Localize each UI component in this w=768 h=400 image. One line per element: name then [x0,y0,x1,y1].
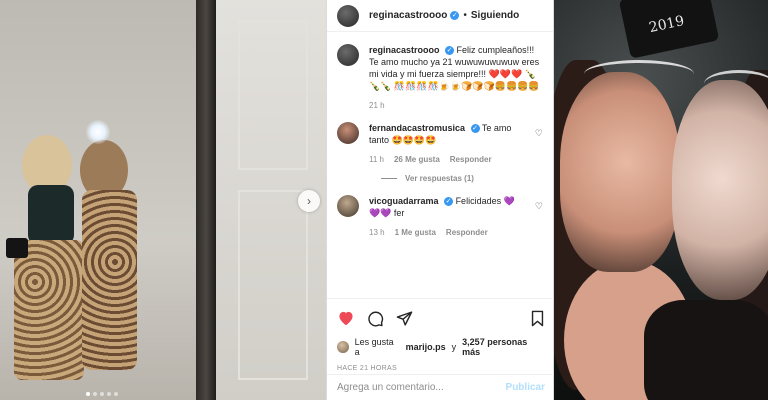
liker-avatar[interactable] [337,341,349,353]
verified-badge-icon: ✓ [444,197,454,207]
post-detail-panel: reginacastroooo ✓ • Siguiendo reginacast… [326,0,555,400]
wall-panel [238,190,308,380]
reply-button[interactable]: Responder [446,227,488,239]
add-comment-bar: Publicar [327,374,555,400]
post-actions: Les gusta a marijo.ps y 3,257 personas m… [327,298,555,372]
publish-button[interactable]: Publicar [506,382,545,393]
comment-row: vicoguadarrama ✓ Felicidades 💜💜💜 fer 13 … [337,195,543,239]
caption-entry: reginacastroooo ✓ Feliz cumpleaños!!! Te… [337,44,543,112]
avatar[interactable] [337,122,359,144]
post-header: reginacastroooo ✓ • Siguiendo [327,0,553,32]
verified-badge-icon: ✓ [445,46,455,56]
wall-panel [238,20,308,170]
view-replies-button[interactable]: Ver respuestas (1) [381,174,543,183]
likes-prefix: Les gusta a [354,337,394,357]
next-post-photo[interactable] [554,0,768,400]
carousel-dots [86,392,118,396]
comment-time[interactable]: 11 h [369,154,384,166]
heart-outline-icon[interactable]: ♡ [535,201,543,239]
share-paper-plane-icon[interactable] [396,310,413,327]
comments-list[interactable]: reginacastroooo ✓ Feliz cumpleaños!!! Te… [327,32,553,298]
comment-bubble-icon[interactable] [367,310,384,327]
next-photo-button[interactable]: › [298,190,320,212]
separator-dot: • [463,10,467,21]
tiara-right [704,70,768,84]
avatar[interactable] [337,44,359,66]
action-icons-row [337,307,545,329]
party-hat-2019 [618,0,720,59]
person-face-right [672,80,768,300]
comment-time[interactable]: 13 h [369,227,385,239]
comment-input[interactable] [337,382,506,393]
avatar[interactable] [337,4,359,27]
comment-row: fernandacastromusica ✓ Te amo tanto 🤩🤩🤩🤩… [337,122,543,166]
verified-badge-icon: ✓ [470,124,480,134]
avatar[interactable] [337,195,359,217]
likes-conjunction: y [451,342,457,352]
tiara-left [584,60,694,74]
caption-time[interactable]: 21 h [369,100,385,112]
comment-likes[interactable]: 1 Me gusta [395,227,436,239]
chevron-right-icon: › [307,194,311,208]
verified-badge-icon: ✓ [450,11,460,20]
following-button[interactable]: Siguiendo [471,10,519,21]
likes-summary: Les gusta a marijo.ps y 3,257 personas m… [337,337,545,357]
like-heart-icon[interactable] [337,310,355,326]
person-right-dress [82,190,137,370]
caption-username[interactable]: reginacastroooo [369,45,440,55]
comment-username[interactable]: fernandacastromusica [369,123,465,133]
camera-flash [86,120,110,144]
likes-count[interactable]: 3,257 personas más [462,337,545,357]
bookmark-icon[interactable] [530,310,545,327]
comment-username[interactable]: vicoguadarrama [369,196,439,206]
liker-username[interactable]: marijo.ps [406,342,446,352]
person-face-left [560,72,680,272]
comment-likes[interactable]: 26 Me gusta [394,154,440,166]
handbag [6,238,28,258]
person-left-pants [14,240,84,380]
dark-clothing [644,300,768,400]
person-left-top [28,185,74,245]
post-timestamp[interactable]: HACE 21 HORAS [337,365,545,372]
reply-button[interactable]: Responder [450,154,492,166]
replies-line-divider [381,178,397,179]
heart-outline-icon[interactable]: ♡ [535,128,543,166]
post-photo-left: › [0,0,326,400]
author-username[interactable]: reginacastroooo [369,10,447,21]
view-replies-label: Ver respuestas (1) [405,174,474,183]
